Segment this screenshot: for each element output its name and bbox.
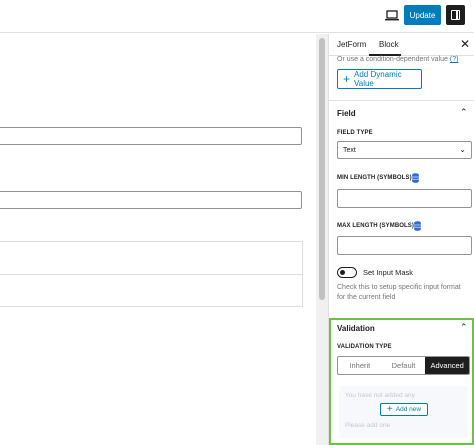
- field-type-label: FIELD TYPE: [337, 130, 373, 136]
- validation-option-default[interactable]: Default: [382, 357, 426, 374]
- block-divider: [0, 274, 302, 275]
- field-section-title[interactable]: Field: [337, 109, 356, 118]
- add-new-button[interactable]: + Add new: [380, 403, 428, 416]
- plus-icon: +: [386, 403, 393, 415]
- toggle-knob: [339, 269, 345, 275]
- chevron-up-icon[interactable]: ⌃: [460, 322, 468, 333]
- min-length-label: MIN LENGTH (SYMBOLS): [337, 175, 412, 181]
- sidebar-toggle-icon: [451, 10, 460, 20]
- editor-top-bar: Update: [0, 0, 474, 33]
- dynamic-value-helper-text: Or use a condition-dependent value: [337, 56, 448, 63]
- add-new-label: Add new: [395, 406, 422, 413]
- field-type-value: Text: [343, 146, 356, 154]
- input-mask-toggle[interactable]: [337, 267, 357, 278]
- min-length-input[interactable]: [337, 189, 472, 208]
- field-type-select[interactable]: Text ⌄: [337, 141, 472, 159]
- sidebar-toggle-button[interactable]: [446, 5, 465, 25]
- sidebar-tabs: JetForm Block ✕: [329, 34, 474, 56]
- dynamic-value-helper: Or use a condition-dependent value (?): [337, 56, 458, 63]
- validation-option-advanced[interactable]: Advanced: [425, 357, 469, 374]
- add-dynamic-value-button[interactable]: + Add Dynamic Value: [337, 69, 422, 89]
- tab-block[interactable]: Block: [379, 40, 399, 49]
- update-button[interactable]: Update: [404, 5, 441, 25]
- tab-jetform[interactable]: JetForm: [337, 40, 366, 49]
- validation-section-title[interactable]: Validation: [337, 324, 375, 333]
- settings-sidebar: JetForm Block ✕ Or use a condition-depen…: [328, 34, 474, 445]
- help-link[interactable]: (?): [450, 56, 459, 63]
- editor-canvas: [0, 34, 316, 445]
- form-field-block[interactable]: [0, 241, 303, 307]
- chevron-up-icon[interactable]: ⌃: [460, 107, 468, 118]
- validation-type-label: VALIDATION TYPE: [337, 344, 392, 350]
- add-dynamic-value-label: Add Dynamic Value: [354, 70, 402, 88]
- validation-option-inherit[interactable]: Inherit: [338, 357, 382, 374]
- input-mask-help: Check this to setup specific input forma…: [337, 284, 461, 301]
- max-length-input[interactable]: [337, 236, 472, 255]
- form-field-input-2[interactable]: [0, 191, 302, 209]
- form-field-input-1[interactable]: [0, 127, 302, 145]
- input-mask-label: Set Input Mask: [363, 268, 414, 277]
- laptop-icon[interactable]: [384, 9, 400, 23]
- plus-icon: +: [343, 72, 351, 86]
- close-icon[interactable]: ✕: [460, 38, 470, 50]
- validation-empty-hint: Please add one: [345, 422, 391, 429]
- max-length-label: MAX LENGTH (SYMBOLS): [337, 223, 414, 229]
- validation-type-toggle-group: Inherit Default Advanced: [337, 356, 470, 375]
- database-icon[interactable]: [412, 173, 419, 183]
- canvas-scroll-thumb[interactable]: [319, 38, 325, 300]
- database-icon[interactable]: [414, 221, 421, 231]
- validation-empty-text: You have not added any: [345, 392, 415, 399]
- section-divider: [329, 100, 474, 101]
- chevron-down-icon: ⌄: [459, 145, 466, 154]
